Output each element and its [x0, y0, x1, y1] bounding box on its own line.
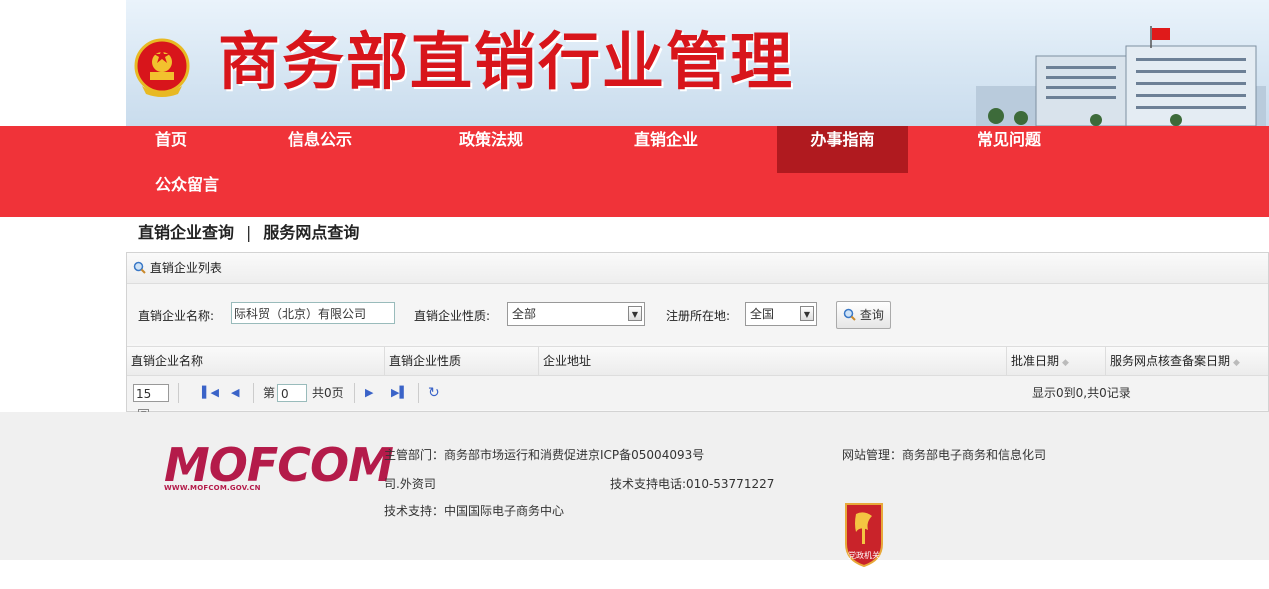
query-button[interactable]: 查询 [836, 301, 891, 329]
nav-item-policy-regulations[interactable]: 政策法规 [459, 128, 523, 173]
footer-department: 主管部门：商务部市场运行和消费促进京ICP备05004093号 [384, 448, 705, 462]
footer-site-management: 网站管理：商务部电子商务和信息化司 [842, 448, 1047, 462]
page-total: 共0页 [312, 386, 344, 400]
refresh-icon[interactable]: ↻ [428, 384, 440, 402]
last-page-icon[interactable]: ▶▌ [391, 384, 408, 402]
national-emblem-icon [134, 38, 190, 97]
col-enterprise-type[interactable]: 直销企业性质 [385, 347, 539, 375]
nav-item-info-disclosure[interactable]: 信息公示 [288, 128, 352, 173]
region-value: 全国 [750, 307, 775, 321]
pager-divider [418, 383, 419, 403]
query-button-label: 查询 [859, 308, 884, 322]
government-badge-icon[interactable]: 党政机关 [842, 500, 886, 568]
enterprise-type-label: 直销企业性质: [414, 309, 491, 323]
nav-item-home[interactable]: 首页 [155, 128, 187, 173]
sort-icon: ◆ [1062, 358, 1069, 368]
header-banner: 商务部直销行业管理 [126, 0, 1269, 126]
query-tabs: 直销企业查询 | 服务网点查询 [138, 219, 359, 243]
search-icon [133, 261, 146, 274]
tab-enterprise-query[interactable]: 直销企业查询 [138, 223, 234, 242]
region-select[interactable]: 全国 ▼ [745, 302, 817, 326]
tab-outlet-query[interactable]: 服务网点查询 [263, 223, 359, 242]
enterprise-name-input[interactable]: 际科贸（北京）有限公司 [231, 302, 395, 324]
footer-tech-support: 技术支持：中国国际电子商务中心 [384, 504, 565, 518]
col-approval-date[interactable]: 批准日期 ◆ [1007, 347, 1106, 375]
badge-text: 党政机关 [848, 550, 880, 560]
record-summary: 显示0到0,共0记录 [1032, 386, 1131, 400]
search-form: 直销企业名称: 际科贸（北京）有限公司 直销企业性质: 全部 ▼ 注册所在地: … [127, 284, 1268, 344]
chevron-down-icon: ▼ [800, 306, 814, 321]
col-enterprise-type-label: 直销企业性质 [389, 354, 462, 368]
enterprise-list-panel: 直销企业列表 直销企业名称: 际科贸（北京）有限公司 直销企业性质: 全部 ▼ … [126, 252, 1269, 419]
nav-item-service-guide[interactable]: 办事指南 [777, 126, 908, 173]
nav-item-faq[interactable]: 常见问题 [977, 128, 1041, 173]
enterprise-name-label: 直销企业名称: [138, 309, 215, 323]
page-number-input[interactable]: 0 [277, 384, 307, 402]
col-outlet-filing-date[interactable]: 服务网点核查备案日期 ◆ [1106, 347, 1268, 375]
col-address-label: 企业地址 [543, 354, 592, 368]
mofcom-logo[interactable]: MOFCOM WWW.MOFCOM.GOV.CN [164, 438, 394, 498]
footer-department-cont: 司.外资司 [384, 477, 436, 491]
page-size-value: 15 [136, 387, 152, 401]
region-label: 注册所在地: [666, 309, 731, 323]
next-page-icon[interactable]: ▶ [365, 384, 373, 402]
first-page-icon[interactable]: ▌◀ [202, 384, 219, 402]
table-header: 直销企业名称 直销企业性质 企业地址 批准日期 ◆ 服务网点核查备案日期 ◆ [127, 346, 1268, 376]
site-title: 商务部直销行业管理 [218, 25, 795, 98]
page-prefix: 第 [263, 386, 276, 400]
chevron-down-icon: ▼ [628, 306, 642, 321]
col-enterprise-name[interactable]: 直销企业名称 [127, 347, 385, 375]
mofcom-logo-text: MOFCOM [164, 438, 394, 492]
col-address[interactable]: 企业地址 [539, 347, 1007, 375]
prev-page-icon[interactable]: ◀ [231, 384, 239, 402]
nav-item-direct-selling-enterprises[interactable]: 直销企业 [634, 128, 698, 173]
search-icon [843, 308, 856, 321]
panel-header: 直销企业列表 [127, 253, 1268, 284]
enterprise-type-value: 全部 [512, 307, 537, 321]
site-footer: MOFCOM WWW.MOFCOM.GOV.CN 主管部门：商务部市场运行和消费… [0, 412, 1269, 568]
sort-icon: ◆ [1233, 358, 1240, 368]
page-size-select[interactable]: 15 ▼ [133, 384, 169, 419]
footer-support-phone: 技术支持电话:010-53771227 [610, 477, 775, 491]
tab-separator: | [246, 223, 252, 242]
pager-divider [178, 383, 179, 403]
pagination-bar: 15 ▼ ▌◀ ◀ 第 0 共0页 ▶ ▶▌ ↻ 显示0到0,共0记录 [127, 376, 1268, 419]
col-outlet-filing-date-label: 服务网点核查备案日期 [1110, 354, 1231, 368]
panel-title: 直销企业列表 [149, 261, 222, 275]
enterprise-type-select[interactable]: 全部 ▼ [507, 302, 645, 326]
main-nav: 首页 信息公示 政策法规 直销企业 办事指南 常见问题 公众留言 [0, 126, 1269, 217]
nav-item-public-message[interactable]: 公众留言 [155, 173, 219, 218]
col-approval-date-label: 批准日期 [1011, 354, 1060, 368]
pager-divider [354, 383, 355, 403]
pager-divider [253, 383, 254, 403]
col-enterprise-name-label: 直销企业名称 [131, 354, 204, 368]
building-illustration-icon [976, 26, 1266, 126]
